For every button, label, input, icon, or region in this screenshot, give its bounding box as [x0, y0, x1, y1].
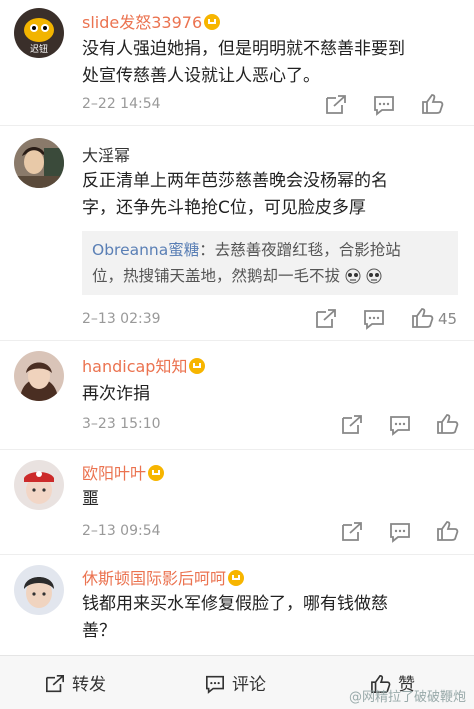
comment-line: 字，还争先斗艳抢C位，可见脸皮多厚 [82, 198, 366, 218]
repost-icon[interactable] [340, 414, 364, 436]
comment-icon[interactable] [388, 414, 412, 436]
comment-button[interactable]: 评论 [204, 670, 266, 695]
quote-username[interactable]: Obreanna蜜糖 [92, 241, 199, 259]
avatar-image [14, 460, 64, 510]
username[interactable]: 大淫幂 [82, 142, 130, 166]
like-icon[interactable] [436, 520, 460, 542]
username[interactable]: 欧阳叶叶 [82, 460, 165, 484]
comment-icon[interactable] [362, 308, 386, 330]
comment-4: 欧阳叶叶 噩 2–13 09:54 [0, 450, 474, 554]
avatar[interactable] [14, 138, 64, 188]
avatar[interactable]: 迟钮 [14, 8, 64, 58]
quoted-reply[interactable]: Obreanna蜜糖：去慈善夜蹭红毯，合影抢站 位，热搜铺天盖地，然鹅却一毛不拔 [82, 231, 458, 295]
quote-line: Obreanna蜜糖：去慈善夜蹭红毯，合影抢站 [92, 237, 448, 263]
quote-line: 位，热搜铺天盖地，然鹅却一毛不拔 [92, 263, 448, 289]
repost-icon[interactable] [340, 521, 364, 543]
like-icon[interactable] [436, 413, 460, 435]
username-text[interactable]: handicap知知 [82, 357, 187, 376]
comment-line: 处宣传慈善人设就让人恶心了。 [82, 66, 320, 86]
crying-emoji-icon [366, 268, 382, 284]
comment-3: handicap知知 再次诈捐 3–23 15:10 [0, 341, 474, 449]
comment-text: 噩 [82, 486, 462, 513]
comment-icon[interactable] [372, 94, 396, 116]
avatar[interactable] [14, 460, 64, 510]
comment-line: 钱都用来买水军修复假脸了，哪有钱做慈 [82, 594, 388, 614]
comment-5: 休斯顿国际影后呵呵 钱都用来买水军修复假脸了，哪有钱做慈 善？ [0, 555, 474, 655]
like-count: 45 [438, 310, 458, 328]
username-text[interactable]: slide发怒33976 [82, 13, 202, 32]
comment-line: 再次诈捐 [82, 384, 150, 404]
repost-icon[interactable] [314, 308, 338, 330]
svg-text:迟钮: 迟钮 [30, 43, 48, 55]
username[interactable]: slide发怒33976 [82, 9, 221, 33]
timestamp: 2–22 14:54 [82, 96, 161, 112]
repost-icon[interactable] [324, 94, 348, 116]
avatar-image: 迟钮 [14, 8, 64, 58]
username-text[interactable]: 休斯顿国际影后呵呵 [82, 569, 226, 588]
timestamp: 2–13 09:54 [82, 523, 161, 539]
comment-text: 钱都用来买水军修复假脸了，哪有钱做慈 善？ [82, 591, 462, 645]
like-icon[interactable] [421, 93, 445, 115]
comment-icon[interactable] [388, 521, 412, 543]
avatar-image [14, 565, 64, 615]
comment-2: 大淫幂 反正清单上两年芭莎慈善晚会没杨幂的名 字，还争先斗艳抢C位，可见脸皮多厚… [0, 126, 474, 340]
quote-text: ：去慈善夜蹭红毯，合影抢站 [199, 241, 401, 259]
comment-icon [206, 675, 224, 694]
avatar-image [14, 351, 64, 401]
crying-emoji-icon [345, 268, 361, 284]
username[interactable]: 休斯顿国际影后呵呵 [82, 565, 245, 589]
comment-line: 噩 [82, 489, 99, 509]
comment-line: 没有人强迫她捐，但是明明就不慈善非要到 [82, 39, 405, 59]
like-icon[interactable] [411, 307, 435, 329]
avatar[interactable] [14, 351, 64, 401]
comment-text: 再次诈捐 [82, 381, 462, 408]
avatar[interactable] [14, 565, 64, 615]
username-text[interactable]: 欧阳叶叶 [82, 464, 146, 483]
comment-line: 反正清单上两年芭莎慈善晚会没杨幂的名 [82, 171, 388, 191]
repost-label: 转发 [72, 675, 106, 695]
repost-icon [46, 675, 64, 693]
member-crown-icon [228, 570, 245, 586]
comment-label: 评论 [232, 675, 266, 695]
username[interactable]: handicap知知 [82, 353, 206, 377]
quote-text: 位，热搜铺天盖地，然鹅却一毛不拔 [92, 267, 341, 285]
repost-button[interactable]: 转发 [44, 670, 106, 695]
avatar-image [14, 138, 64, 188]
timestamp: 2–13 02:39 [82, 311, 161, 327]
comment-1: 迟钮 slide发怒33976 没有人强迫她捐，但是明明就不慈善非要到 处宣传慈… [0, 0, 474, 125]
member-crown-icon [204, 14, 221, 30]
member-crown-icon [189, 358, 206, 374]
watermark: @网精拉了破破鞭炮 [348, 690, 466, 705]
comment-line: 善？ [82, 621, 116, 641]
timestamp: 3–23 15:10 [82, 416, 161, 432]
comment-text: 没有人强迫她捐，但是明明就不慈善非要到 处宣传慈善人设就让人恶心了。 [82, 36, 462, 90]
comment-text: 反正清单上两年芭莎慈善晚会没杨幂的名 字，还争先斗艳抢C位，可见脸皮多厚 [82, 168, 462, 222]
member-crown-icon [148, 465, 165, 481]
